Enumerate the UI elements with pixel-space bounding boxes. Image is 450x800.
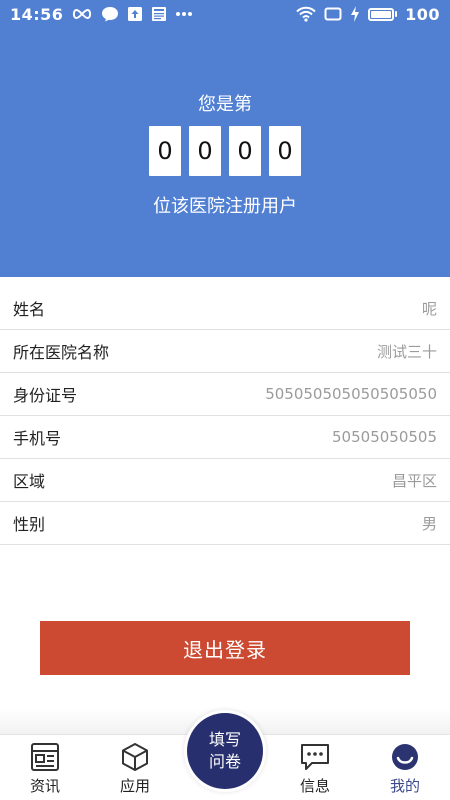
profile-row-hospital: 所在医院名称 测试三十 (0, 330, 450, 373)
message-icon (299, 741, 331, 773)
fill-questionnaire-button[interactable]: 填写问卷 (187, 713, 263, 789)
profile-row-value: 呢 (421, 299, 437, 318)
chat-bubble-icon (101, 6, 119, 22)
fill-questionnaire-label: 填写问卷 (208, 730, 241, 771)
profile-row-value: 昌平区 (391, 471, 437, 490)
profile-icon (390, 741, 420, 773)
profile-row-label: 所在医院名称 (13, 343, 110, 362)
rank-prefix-text: 您是第 (198, 94, 252, 115)
rank-suffix-text: 位该医院注册用户 (153, 196, 297, 217)
upload-icon (127, 6, 143, 22)
cube-icon (120, 741, 150, 773)
screen-icon (324, 7, 342, 21)
profile-row-label: 区域 (13, 472, 46, 491)
charging-bolt-icon (350, 6, 360, 22)
tab-apps[interactable]: 应用 (100, 735, 170, 800)
registration-header: 您是第 0 0 0 0 位该医院注册用户 (0, 28, 450, 277)
rank-counter: 0 0 0 0 (0, 126, 450, 176)
news-notification-icon (151, 6, 167, 22)
profile-row-value: 男 (421, 514, 437, 533)
profile-row-label: 性别 (13, 515, 46, 534)
profile-row-value: 测试三十 (376, 342, 437, 361)
tab-label: 信息 (299, 777, 330, 795)
rank-digit: 0 (149, 126, 181, 176)
profile-row-label: 手机号 (13, 429, 62, 448)
tab-messages[interactable]: 信息 (280, 735, 350, 800)
profile-row-value: 50505050505 (332, 428, 437, 446)
battery-icon (368, 7, 398, 21)
tab-label: 我的 (389, 777, 420, 795)
profile-row-region: 区域 昌平区 (0, 459, 450, 502)
profile-row-gender: 性别 男 (0, 502, 450, 545)
news-icon (30, 741, 60, 773)
battery-level: 100 (405, 4, 440, 24)
profile-info-list: 姓名 呢 所在医院名称 测试三十 身份证号 505050505050505050… (0, 287, 450, 545)
rank-digit: 0 (269, 126, 301, 176)
status-time: 14:56 (10, 4, 64, 24)
tab-label: 应用 (119, 777, 150, 795)
profile-row-label: 姓名 (13, 300, 46, 319)
logout-button[interactable]: 退出登录 (40, 621, 410, 675)
profile-row-phone: 手机号 50505050505 (0, 416, 450, 459)
tab-news[interactable]: 资讯 (10, 735, 80, 800)
rank-digit: 0 (229, 126, 261, 176)
rank-digit: 0 (189, 126, 221, 176)
status-bar: 14:56 100 (0, 0, 450, 28)
infinity-icon (71, 8, 93, 20)
tab-label: 资讯 (29, 777, 60, 795)
profile-row-label: 身份证号 (13, 386, 78, 405)
tab-mine[interactable]: 我的 (370, 735, 440, 800)
profile-row-value: 505050505050505050 (265, 385, 437, 403)
profile-row-id-number: 身份证号 505050505050505050 (0, 373, 450, 416)
wifi-icon (296, 6, 316, 22)
profile-row-name: 姓名 呢 (0, 287, 450, 330)
more-dots-icon (175, 11, 193, 17)
